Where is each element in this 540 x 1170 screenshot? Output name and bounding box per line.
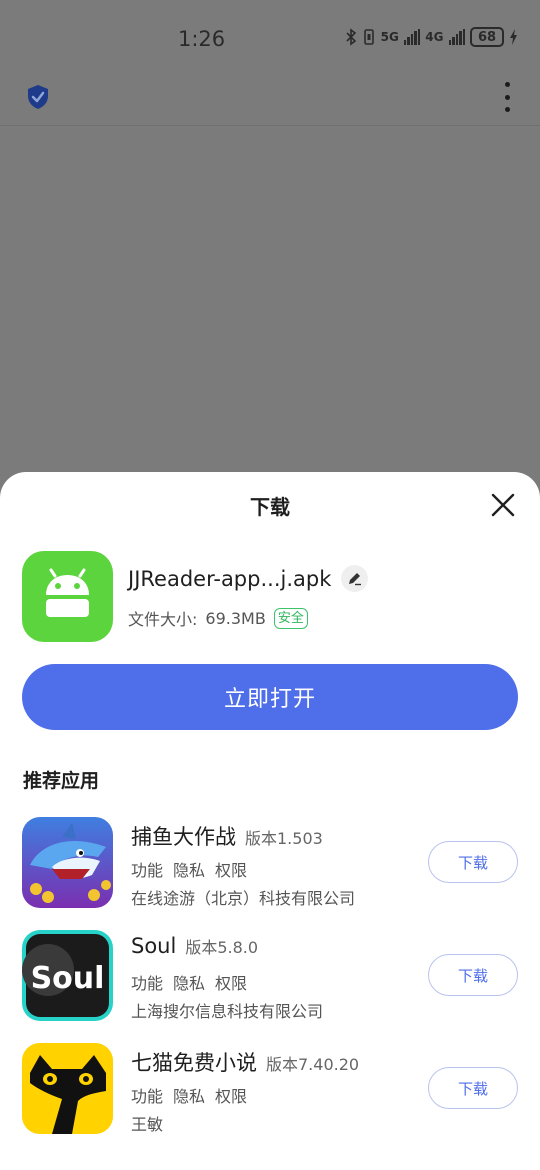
network-4g-label: 4G <box>425 30 444 44</box>
bluetooth-icon <box>346 28 356 46</box>
signal-4g-icon <box>448 29 465 45</box>
app-name: 七猫免费小说 <box>131 1051 257 1075</box>
app-developer: 在线途游（北京）科技有限公司 <box>131 889 356 908</box>
app-version: 版本7.40.20 <box>266 1055 360 1074</box>
app-item[interactable]: 七猫免费小说 版本7.40.20 功能 隐私 权限 王敏 下载 <box>0 1043 540 1143</box>
app-name: Soul <box>131 934 177 958</box>
app-links: 功能 隐私 权限 <box>131 970 247 994</box>
recommend-heading: 推荐应用 <box>23 770 100 792</box>
function-link[interactable]: 功能 <box>131 1083 163 1107</box>
app-item[interactable]: Soul Soul 版本5.8.0 功能 隐私 权限 上海搜尔信息科技有限公司 … <box>0 930 540 1030</box>
privacy-link[interactable]: 隐私 <box>173 857 205 881</box>
close-icon[interactable] <box>488 490 518 520</box>
app-version: 版本5.8.0 <box>185 938 259 957</box>
app-links: 功能 隐私 权限 <box>131 1083 247 1107</box>
network-5g-label: 5G <box>380 30 399 44</box>
browser-toolbar <box>0 78 540 126</box>
app-name: 捕鱼大作战 <box>131 825 236 849</box>
soul-logo-text: Soul <box>31 961 105 996</box>
permission-link[interactable]: 权限 <box>215 857 247 881</box>
status-time: 1:26 <box>178 27 226 51</box>
file-size-value: 69.3MB <box>205 608 266 628</box>
app-title-line: 七猫免费小说 版本7.40.20 <box>131 1047 359 1077</box>
permission-link[interactable]: 权限 <box>215 1083 247 1107</box>
android-icon <box>22 551 113 642</box>
app-links: 功能 隐私 权限 <box>131 857 247 881</box>
file-name: JJReader-app...j.apk <box>128 566 332 591</box>
file-size-label: 文件大小: <box>128 610 198 629</box>
function-link[interactable]: 功能 <box>131 857 163 881</box>
soul-logo-icon[interactable]: Soul <box>22 930 113 1021</box>
shark-game-icon[interactable] <box>22 817 113 908</box>
app-item[interactable]: 捕鱼大作战 版本1.503 功能 隐私 权限 在线途游（北京）科技有限公司 下载 <box>0 817 540 917</box>
privacy-link[interactable]: 隐私 <box>173 970 205 994</box>
download-button[interactable]: 下载 <box>428 841 518 883</box>
app-version: 版本1.503 <box>245 829 323 848</box>
privacy-link[interactable]: 隐私 <box>173 1083 205 1107</box>
app-developer: 王敏 <box>131 1115 164 1134</box>
charging-icon <box>510 29 517 45</box>
battery-indicator: 68 <box>470 27 504 47</box>
app-title-line: 捕鱼大作战 版本1.503 <box>131 821 323 851</box>
app-developer: 上海搜尔信息科技有限公司 <box>131 1002 324 1021</box>
safe-badge: 安全 <box>273 607 308 629</box>
open-now-button[interactable]: 立即打开 <box>22 664 518 730</box>
seven-cat-icon[interactable] <box>22 1043 113 1134</box>
sheet-title: 下载 <box>250 495 290 519</box>
download-button[interactable]: 下载 <box>428 954 518 996</box>
file-name-row: JJReader-app...j.apk <box>128 565 369 592</box>
shield-check-icon[interactable] <box>26 84 50 110</box>
edit-icon[interactable] <box>341 565 369 592</box>
signal-5g-icon <box>403 29 421 45</box>
file-meta: 文件大小: 69.3MB 安全 <box>128 606 308 630</box>
app-title-line: Soul 版本5.8.0 <box>131 934 258 958</box>
more-options-icon[interactable] <box>502 82 512 112</box>
download-button[interactable]: 下载 <box>428 1067 518 1109</box>
function-link[interactable]: 功能 <box>131 970 163 994</box>
status-bar: 1:26 5G 4G 68 <box>0 0 540 78</box>
status-icons: 5G 4G 68 <box>345 27 518 47</box>
permission-link[interactable]: 权限 <box>215 970 247 994</box>
vibrate-icon <box>363 29 374 45</box>
